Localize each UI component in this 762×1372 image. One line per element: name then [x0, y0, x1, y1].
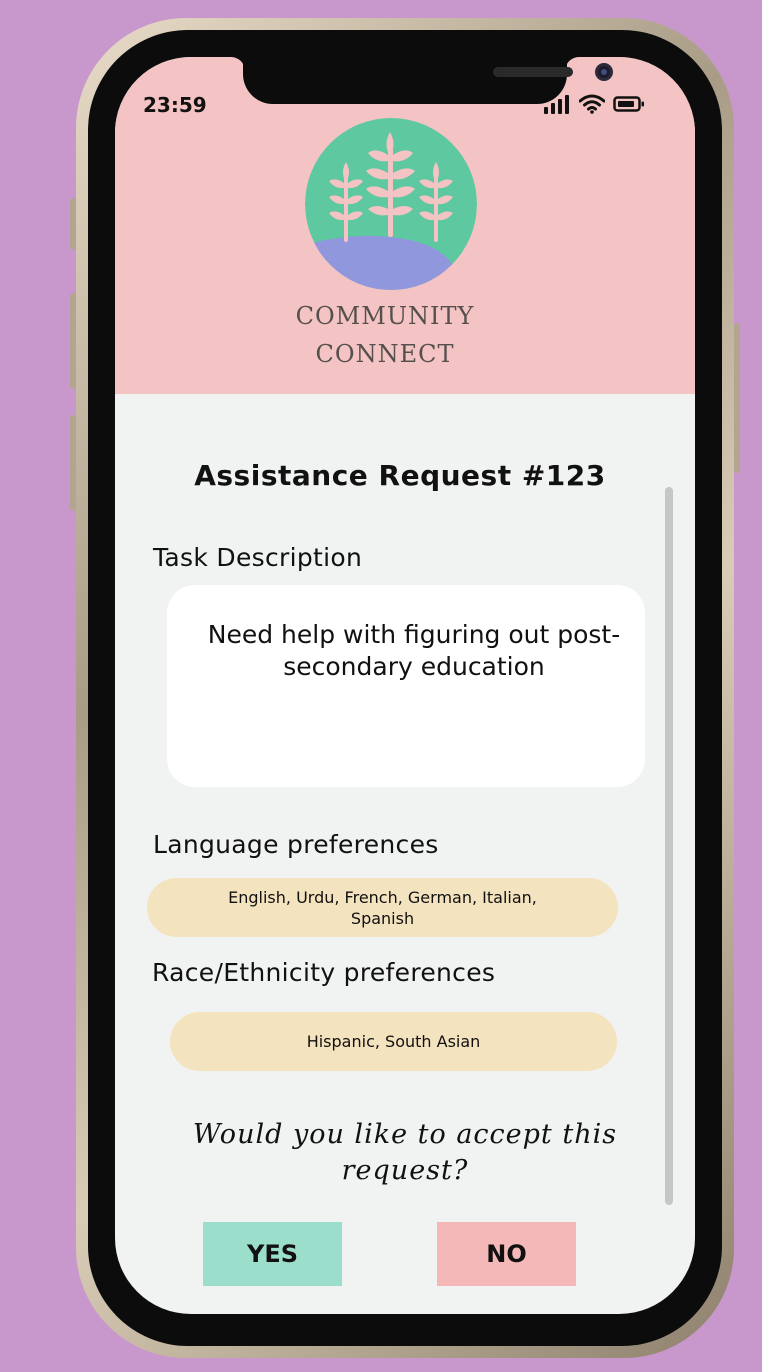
page-title: Assistance Request #123 — [194, 459, 606, 492]
power-button — [734, 323, 740, 473]
brand-name-line2: CONNECT — [315, 340, 455, 368]
volume-up-button — [70, 293, 76, 389]
task-description-text: Need help with figuring out post-seconda… — [207, 620, 621, 681]
signal-icon — [544, 95, 569, 114]
race-ethnicity-preferences-label: Race/Ethnicity preferences — [152, 958, 496, 987]
brand-name-line1: COMMUNITY — [295, 302, 475, 330]
app-header: 23:59 COMMUNITY CONNECT — [115, 57, 695, 394]
notch — [243, 57, 613, 104]
yes-button[interactable]: YES — [203, 1222, 342, 1286]
accept-request-question: Would you like to accept this request? — [192, 1119, 618, 1186]
language-preferences-value: English, Urdu, French, German, Italian, … — [228, 887, 537, 928]
status-icons — [543, 93, 645, 115]
battery-icon — [613, 96, 644, 112]
volume-down-button — [70, 415, 76, 511]
phone-screen: 23:59 COMMUNITY CONNECT Assistance Reque… — [115, 57, 695, 1314]
status-time: 23:59 — [143, 93, 207, 117]
race-ethnicity-preferences-value: Hispanic, South Asian — [306, 1032, 481, 1051]
front-camera — [595, 63, 613, 81]
task-description-box: Need help with figuring out post-seconda… — [167, 585, 645, 787]
speaker-grille — [493, 67, 573, 77]
stage: 23:59 COMMUNITY CONNECT Assistance Reque… — [0, 0, 762, 1372]
wheat-logo-icon — [305, 118, 477, 290]
scrollbar[interactable] — [665, 487, 673, 1205]
race-ethnicity-preferences-pill: Hispanic, South Asian — [170, 1012, 617, 1071]
task-description-label: Task Description — [153, 543, 363, 572]
mute-switch — [70, 198, 76, 250]
wifi-icon — [579, 94, 605, 114]
language-preferences-pill: English, Urdu, French, German, Italian, … — [147, 878, 618, 937]
no-button[interactable]: NO — [437, 1222, 576, 1286]
language-preferences-label: Language preferences — [153, 830, 439, 859]
